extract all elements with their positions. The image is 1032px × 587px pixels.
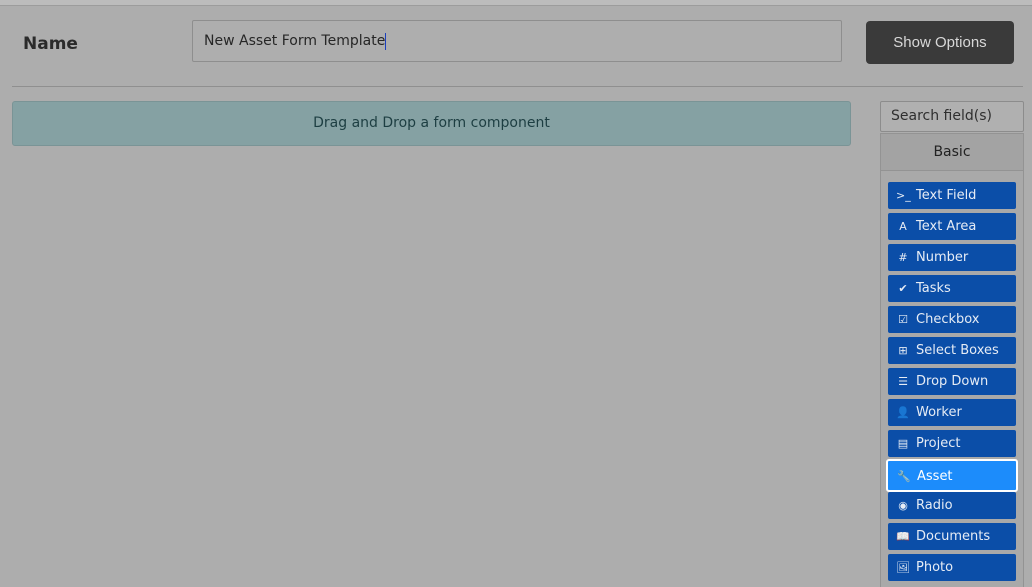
template-name-input[interactable]: New Asset Form Template [192, 20, 842, 62]
image-icon: 🖼 [896, 561, 910, 574]
header-divider [12, 86, 1023, 87]
show-options-button[interactable]: Show Options [866, 21, 1014, 64]
template-name-value: New Asset Form Template [204, 33, 386, 49]
component-label: Select Boxes [916, 343, 999, 358]
component-text-area-button[interactable]: A Text Area [888, 213, 1016, 240]
hash-icon: # [898, 251, 908, 264]
basic-group-header[interactable]: Basic [880, 133, 1024, 171]
text-caret [385, 32, 387, 50]
book-icon: 📖 [896, 530, 910, 543]
terminal-prompt-icon: >_ [896, 189, 911, 202]
font-icon: A [899, 220, 907, 233]
component-label: Number [916, 250, 969, 265]
component-documents-button[interactable]: 📖 Documents [888, 523, 1016, 550]
component-label: Checkbox [916, 312, 980, 327]
component-label: Text Area [916, 219, 977, 234]
component-label: Text Field [916, 188, 977, 203]
search-fields-input[interactable]: Search field(s) [880, 101, 1024, 132]
user-icon: 👤 [896, 406, 910, 419]
plus-square-icon: ⊞ [898, 344, 908, 357]
list-icon: ☰ [898, 375, 908, 388]
component-label: Photo [916, 560, 954, 575]
component-worker-button[interactable]: 👤 Worker [888, 399, 1016, 426]
component-drop-down-button[interactable]: ☰ Drop Down [888, 368, 1016, 395]
wrench-icon: 🔧 [897, 470, 911, 483]
component-checkbox-button[interactable]: ☑ Checkbox [888, 306, 1016, 333]
component-radio-button[interactable]: ◉ Radio [888, 492, 1016, 519]
component-text-field-button[interactable]: >_ Text Field [888, 182, 1016, 209]
dot-circle-icon: ◉ [898, 499, 908, 512]
component-photo-button[interactable]: 🖼 Photo [888, 554, 1016, 581]
component-number-button[interactable]: # Number [888, 244, 1016, 271]
form-drop-zone[interactable]: Drag and Drop a form component [12, 101, 851, 146]
component-label: Radio [916, 498, 953, 513]
top-toolbar-strip [0, 0, 1032, 6]
building-icon: ▤ [897, 437, 909, 450]
component-label: Drop Down [916, 374, 989, 389]
component-label: Project [916, 436, 961, 451]
component-label: Tasks [916, 281, 951, 296]
component-label: Asset [917, 469, 953, 484]
component-tasks-button[interactable]: ✔ Tasks [888, 275, 1016, 302]
component-asset-button[interactable]: 🔧 Asset [886, 459, 1018, 492]
check-circle-icon: ✔ [898, 282, 908, 295]
check-square-icon: ☑ [898, 313, 908, 326]
component-label: Worker [916, 405, 962, 420]
component-label: Documents [916, 529, 991, 544]
component-select-boxes-button[interactable]: ⊞ Select Boxes [888, 337, 1016, 364]
component-project-button[interactable]: ▤ Project [888, 430, 1016, 457]
name-label: Name [23, 34, 78, 54]
